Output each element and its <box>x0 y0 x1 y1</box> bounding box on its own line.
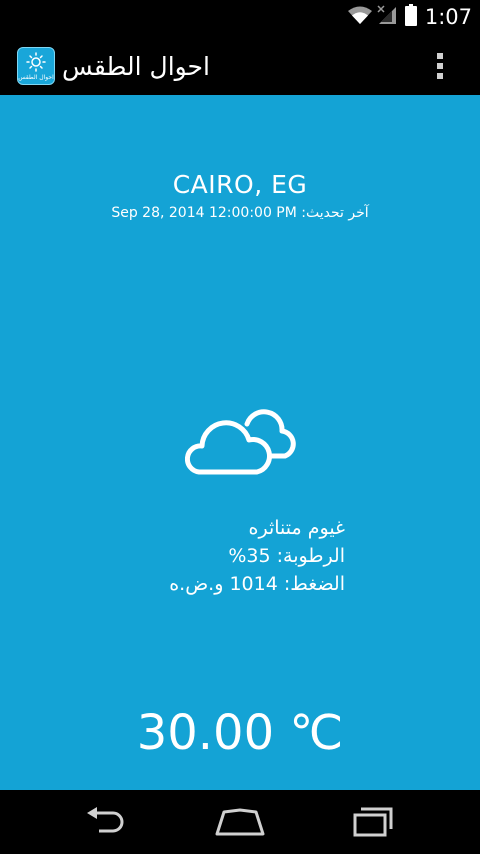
back-icon <box>87 807 124 833</box>
pressure: الضغط: 1014 و.ض.ه <box>169 573 345 595</box>
overflow-menu-button[interactable] <box>428 46 452 86</box>
status-bar: 1:07 <box>0 0 480 33</box>
app-title: احوال الطقس <box>62 52 210 81</box>
signal-icon <box>377 4 397 29</box>
humidity: الرطوبة: 35% <box>228 545 345 567</box>
weather-details: غيوم متناثره الرطوبة: 35% الضغط: 1014 و.… <box>130 514 345 598</box>
sun-icon <box>26 52 46 72</box>
city-name: CAIRO, EG <box>172 170 308 199</box>
navigation-bar <box>0 790 480 854</box>
app-icon-label: احوال الطقس <box>18 74 54 81</box>
status-time: 1:07 <box>424 4 472 29</box>
battery-icon <box>404 3 417 30</box>
home-icon <box>215 808 265 836</box>
cloud-icon <box>184 405 297 477</box>
status-icons: 1:07 <box>347 0 472 33</box>
app-icon[interactable]: احوال الطقس <box>17 47 55 85</box>
recent-apps-button[interactable] <box>333 804 413 840</box>
weather-description: غيوم متناثره <box>248 517 345 539</box>
back-button[interactable] <box>67 804 147 840</box>
temperature: 30.00 ℃ <box>136 705 344 761</box>
last-updated: آخر تحديث: Sep 28, 2014 12:00:00 PM <box>111 205 369 221</box>
more-vertical-icon <box>437 53 443 79</box>
wifi-icon <box>347 5 373 29</box>
recent-apps-icon <box>353 807 393 837</box>
home-button[interactable] <box>200 804 280 840</box>
